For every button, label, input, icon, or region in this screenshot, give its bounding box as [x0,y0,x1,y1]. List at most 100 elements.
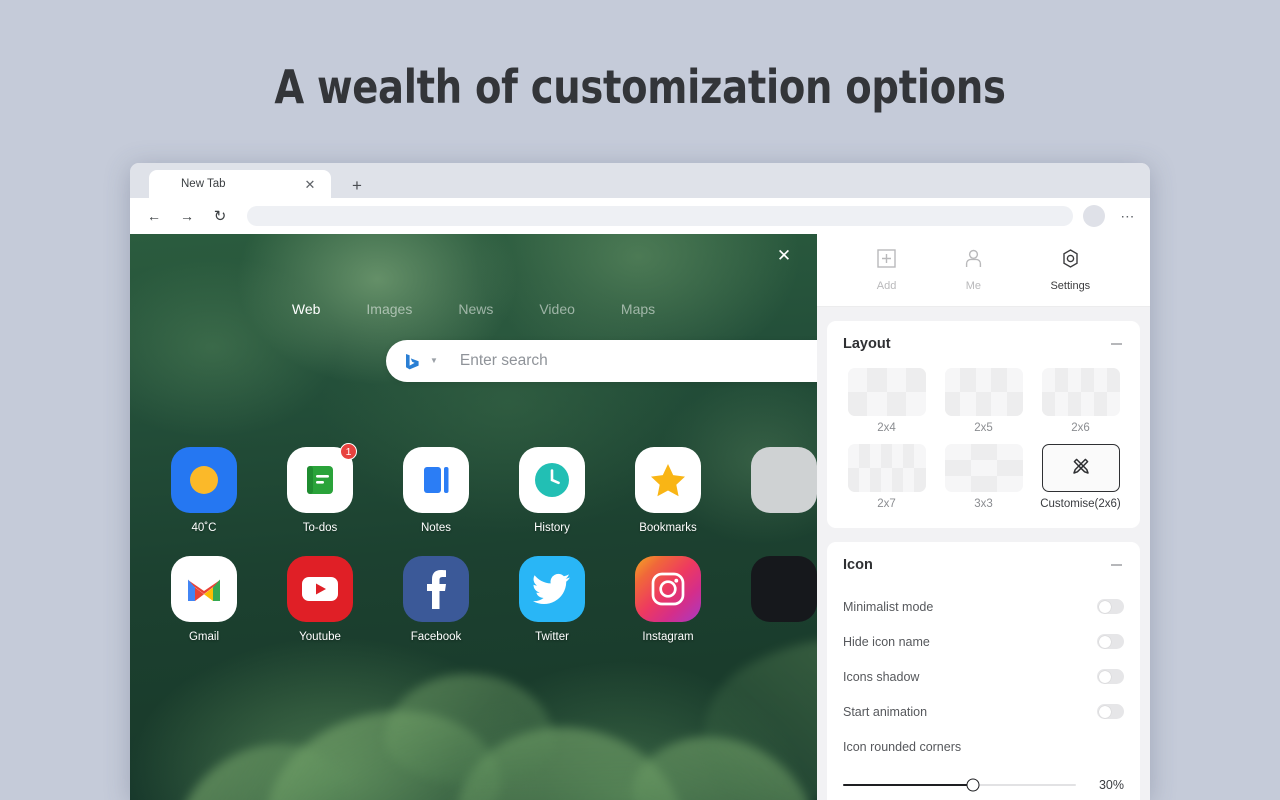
layout-thumbnail [847,368,926,416]
shortcut-row: 40˚C 1 To-dos Notes History Bookmarks [130,443,817,534]
shortcut-label: Facebook [410,631,462,643]
search-tab-images[interactable]: Images [366,301,412,317]
tab-strip: New Tab ✕ + [130,163,1150,198]
shortcut-grid: 40˚C 1 To-dos Notes History Bookmarks Gm… [130,443,817,665]
shortcut-notes[interactable]: Notes [378,447,494,534]
shortcut-partial-light[interactable] [726,447,817,534]
search-tab-web[interactable]: Web [292,301,321,317]
layout-card: Layout 2x4 2x5 2x6 2x7 3x3 Customise(2x6… [827,321,1140,528]
panel-nav-me[interactable]: Me [964,249,983,292]
setting-minimalist-mode: Minimalist mode [843,589,1124,624]
layout-option-2x7[interactable]: 2x7 [843,444,930,510]
kebab-menu-icon[interactable]: ⋯ [1118,206,1138,226]
shortcut-facebook[interactable]: Facebook [378,556,494,643]
toggle-hide-icon-name[interactable] [1097,634,1124,649]
shortcut-label: Instagram [642,631,694,643]
shortcut-label: 40˚C [191,522,217,534]
slider-track[interactable] [843,778,1076,792]
browser-toolbar: ← → ↻ ⋯ [130,198,1150,234]
shortcut-partial-dark[interactable] [726,556,817,643]
panel-nav-label: Add [876,279,897,292]
shortcut-instagram[interactable]: Instagram [610,556,726,643]
shortcut-label: Bookmarks [639,522,697,534]
panel-nav-add[interactable]: Add [876,248,897,292]
toggle-start-animation[interactable] [1097,704,1124,719]
layout-option-label: 2x6 [1071,422,1090,434]
toggle-minimalist-mode[interactable] [1097,599,1124,614]
setting-hide-icon-name: Hide icon name [843,624,1124,659]
panel-nav-label: Me [965,279,982,292]
bing-logo-icon[interactable] [404,353,421,370]
layout-card-title: Layout [843,336,891,352]
minus-icon[interactable] [1108,336,1124,352]
setting-label: Minimalist mode [843,599,934,614]
new-tab-page: ✕ Web Images News Video Maps ▼ Enter sea… [130,234,817,800]
minus-icon[interactable] [1108,557,1124,573]
history-clock-icon [519,447,585,513]
gmail-icon [171,556,237,622]
search-category-tabs: Web Images News Video Maps [130,301,817,317]
icon-rounded-corners-slider: 30% [843,778,1124,792]
layout-option-label: Customise(2x6) [1040,498,1121,510]
layout-thumbnail-customise [1041,444,1120,492]
tab-new-tab[interactable]: New Tab ✕ [149,170,331,198]
address-bar-input[interactable] [247,206,1073,226]
search-tab-video[interactable]: Video [539,301,575,317]
shortcut-todos[interactable]: 1 To-dos [262,443,378,534]
page-title: A wealth of customization options [274,60,1006,114]
search-bar[interactable]: ▼ Enter search [386,340,817,382]
shortcut-label: To-dos [302,522,338,534]
slider-thumb[interactable] [966,778,980,792]
toggle-icons-shadow[interactable] [1097,669,1124,684]
layout-option-3x3[interactable]: 3x3 [940,444,1027,510]
layout-options: 2x4 2x5 2x6 2x7 3x3 Customise(2x6) [843,368,1124,510]
gear-hexagon-icon [1061,248,1080,273]
shortcut-twitter[interactable]: Twitter [494,556,610,643]
arrow-right-icon[interactable]: → [175,204,199,228]
reload-icon[interactable]: ↻ [208,204,232,228]
setting-label: Start animation [843,704,928,719]
partial-tile-light [751,447,817,513]
partial-tile-dark [751,556,817,622]
bookmarks-star-icon [635,447,701,513]
close-icon[interactable]: ✕ [303,177,317,191]
panel-nav-settings[interactable]: Settings [1050,248,1090,292]
layout-option-2x4[interactable]: 2x4 [843,368,930,434]
avatar[interactable] [1083,205,1105,227]
shortcut-bookmarks[interactable]: Bookmarks [610,447,726,534]
panel-top-nav: Add Me Settings [817,234,1150,307]
shortcut-label: Notes [420,522,452,534]
shortcut-youtube[interactable]: Youtube [262,556,378,643]
layout-thumbnail [1041,368,1120,416]
settings-panel: Add Me Settings Layout 2x4 2x5 2x6 2x7 3… [817,234,1150,800]
shortcut-label: Youtube [299,631,341,643]
person-icon [964,249,983,273]
add-square-icon [877,248,896,273]
icon-card: Icon Minimalist mode Hide icon name Icon… [827,542,1140,800]
shortcut-history[interactable]: History [494,447,610,534]
setting-label: Hide icon name [843,634,930,649]
plus-icon[interactable]: + [347,175,367,195]
customise-tools-icon [1070,455,1092,482]
search-input[interactable]: Enter search [460,352,548,370]
slider-value: 30% [1098,778,1124,792]
shortcut-row: Gmail Youtube Facebook Twitter Instagram [130,556,817,643]
chevron-down-icon[interactable]: ▼ [430,357,438,365]
layout-option-2x5[interactable]: 2x5 [940,368,1027,434]
search-tab-maps[interactable]: Maps [621,301,655,317]
setting-label: Icon rounded corners [843,739,962,754]
youtube-icon [287,556,353,622]
layout-thumbnail [944,444,1023,492]
layout-option-customise[interactable]: Customise(2x6) [1037,444,1124,510]
shortcut-label: Twitter [535,631,569,643]
shortcut-label: Gmail [188,631,220,643]
close-icon[interactable]: ✕ [773,244,795,266]
shortcut-gmail[interactable]: Gmail [146,556,262,643]
layout-option-label: 2x7 [877,498,896,510]
layout-option-2x6[interactable]: 2x6 [1037,368,1124,434]
shortcut-weather[interactable]: 40˚C [146,447,262,534]
search-tab-news[interactable]: News [458,301,493,317]
setting-label: Icons shadow [843,669,920,684]
arrow-left-icon[interactable]: ← [142,204,166,228]
icon-card-header: Icon [843,557,1124,573]
